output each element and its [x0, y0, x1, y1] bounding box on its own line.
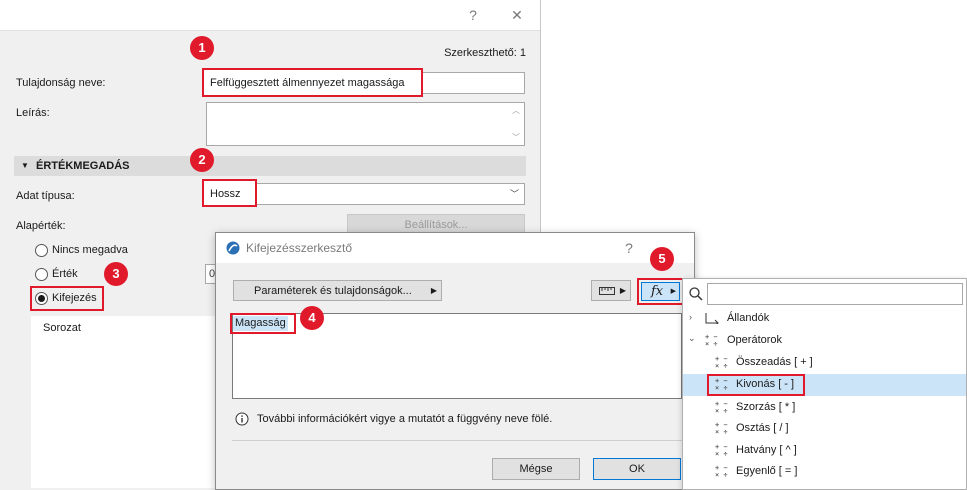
- property-name-value-highlight[interactable]: Felfüggesztett álmennyezet magassága: [202, 68, 423, 97]
- collapse-triangle-icon: ▼: [21, 161, 29, 170]
- radio-none[interactable]: [35, 244, 48, 257]
- function-search-text[interactable]: [708, 284, 962, 304]
- value-input-text: 0: [209, 268, 216, 280]
- radio-value-label[interactable]: Érték: [52, 268, 78, 280]
- chevron-right-icon: ›: [689, 312, 692, 322]
- expression-input[interactable]: [232, 313, 682, 399]
- operator-label: Hatvány [ ^ ]: [736, 444, 797, 456]
- data-type-value: Hossz: [210, 188, 241, 200]
- operator-item-subtract[interactable]: + − × ÷ Kivonás [ - ]: [683, 374, 966, 396]
- expression-editor-dialog: Kifejezésszerkesztő ? Paraméterek és tul…: [215, 232, 695, 490]
- ok-button[interactable]: OK: [593, 458, 681, 480]
- series-label: Sorozat: [43, 322, 81, 334]
- operator-label: Osztás [ / ]: [736, 422, 789, 434]
- step-badge-4: 4: [300, 306, 324, 330]
- radio-expression-highlight[interactable]: Kifejezés: [30, 286, 104, 311]
- help-icon[interactable]: ?: [458, 0, 488, 31]
- property-name-label: Tulajdonság neve:: [16, 77, 106, 89]
- operator-label: Összeadás [ + ]: [736, 356, 813, 368]
- radio-none-label[interactable]: Nincs megadva: [52, 244, 128, 256]
- expression-area: Sorozat: [31, 316, 231, 488]
- scroll-up-icon[interactable]: ︿: [512, 105, 520, 116]
- expression-editor-title: Kifejezésszerkesztő: [246, 241, 353, 255]
- operator-label: Egyenlő [ = ]: [736, 465, 798, 477]
- category-constants[interactable]: › Állandók: [683, 308, 966, 329]
- operator-item-divide[interactable]: + − × ÷ Osztás [ / ]: [683, 418, 966, 439]
- caret-right-icon: ▶: [430, 286, 437, 295]
- data-type-label: Adat típusa:: [16, 190, 75, 202]
- ruler-icon: [599, 287, 615, 295]
- function-picker-panel: › Állandók ⌄ + − × ÷ Operátorok + − × ÷ …: [682, 278, 967, 490]
- fx-button[interactable]: fx ▶: [641, 282, 680, 301]
- caret-right-icon: ▶: [619, 286, 626, 295]
- step-badge-1: 1: [190, 36, 214, 60]
- unit-button[interactable]: ▶: [591, 280, 631, 301]
- divider: [232, 440, 682, 441]
- help-icon[interactable]: ?: [614, 233, 644, 263]
- cancel-button[interactable]: Mégse: [492, 458, 580, 480]
- operator-icon: + − × ÷: [715, 400, 728, 415]
- category-label: Állandók: [727, 312, 770, 324]
- description-label: Leírás:: [16, 107, 50, 119]
- expression-text: Magasság: [233, 316, 288, 331]
- params-button[interactable]: Paraméterek és tulajdonságok... ▶: [233, 280, 442, 301]
- value-section-header[interactable]: ▼ ÉRTÉKMEGADÁS: [14, 156, 526, 176]
- caret-right-icon: ▶: [670, 288, 676, 295]
- operator-item-multiply[interactable]: + − × ÷ Szorzás [ * ]: [683, 397, 966, 418]
- expression-editor-titlebar: Kifejezésszerkesztő ?: [216, 233, 694, 263]
- section-title: ÉRTÉKMEGADÁS: [36, 160, 130, 172]
- category-operators[interactable]: ⌄ + − × ÷ Operátorok: [683, 330, 966, 351]
- operator-item-power[interactable]: + − × ÷ Hatvány [ ^ ]: [683, 440, 966, 461]
- fx-button-highlight[interactable]: fx ▶: [637, 278, 684, 305]
- search-icon: [689, 287, 703, 301]
- radio-expression-label[interactable]: Kifejezés: [52, 292, 97, 304]
- operator-icon: + − × ÷: [715, 443, 728, 458]
- function-search-input[interactable]: [707, 283, 963, 305]
- data-type-value-highlight[interactable]: Hossz: [202, 179, 257, 207]
- step-badge-2: 2: [190, 148, 214, 172]
- dialog-titlebar: ? ✕: [0, 0, 540, 31]
- description-field[interactable]: ︿ ﹀: [206, 102, 525, 146]
- step-badge-5: 5: [650, 247, 674, 271]
- close-icon[interactable]: ✕: [502, 0, 532, 31]
- operators-icon: + − × ÷: [705, 333, 718, 348]
- operator-label: Kivonás [ - ]: [736, 378, 795, 390]
- info-icon: [235, 412, 249, 426]
- operator-icon: + − × ÷: [715, 377, 728, 392]
- category-label: Operátorok: [727, 334, 783, 346]
- params-button-label: Paraméterek és tulajdonságok...: [254, 285, 412, 297]
- app-logo-icon: [226, 241, 240, 255]
- chevron-down-icon: ⌄: [688, 333, 696, 343]
- expression-text-highlight[interactable]: Magasság: [230, 313, 296, 334]
- property-name-value: Felfüggesztett álmennyezet magassága: [210, 77, 405, 89]
- operator-item-equal[interactable]: + − × ÷ Egyenlő [ = ]: [683, 461, 966, 482]
- radio-value[interactable]: [35, 268, 48, 281]
- radio-expression[interactable]: [35, 292, 48, 305]
- operator-icon: + − × ÷: [715, 355, 728, 370]
- step-badge-3: 3: [104, 262, 128, 286]
- editable-count: Szerkeszthető: 1: [444, 47, 526, 59]
- scroll-down-icon[interactable]: ﹀: [512, 132, 520, 143]
- default-value-label: Alapérték:: [16, 220, 66, 232]
- chevron-down-icon: ﹀: [509, 189, 519, 199]
- info-text: További információkért vigye a mutatót a…: [257, 413, 553, 425]
- operator-item-add[interactable]: + − × ÷ Összeadás [ + ]: [683, 352, 966, 373]
- function-icon: fx: [651, 284, 664, 299]
- operator-icon: + − × ÷: [715, 464, 728, 479]
- operator-label: Szorzás [ * ]: [736, 401, 796, 413]
- operator-icon: + − × ÷: [715, 421, 728, 436]
- constants-icon: [705, 313, 719, 324]
